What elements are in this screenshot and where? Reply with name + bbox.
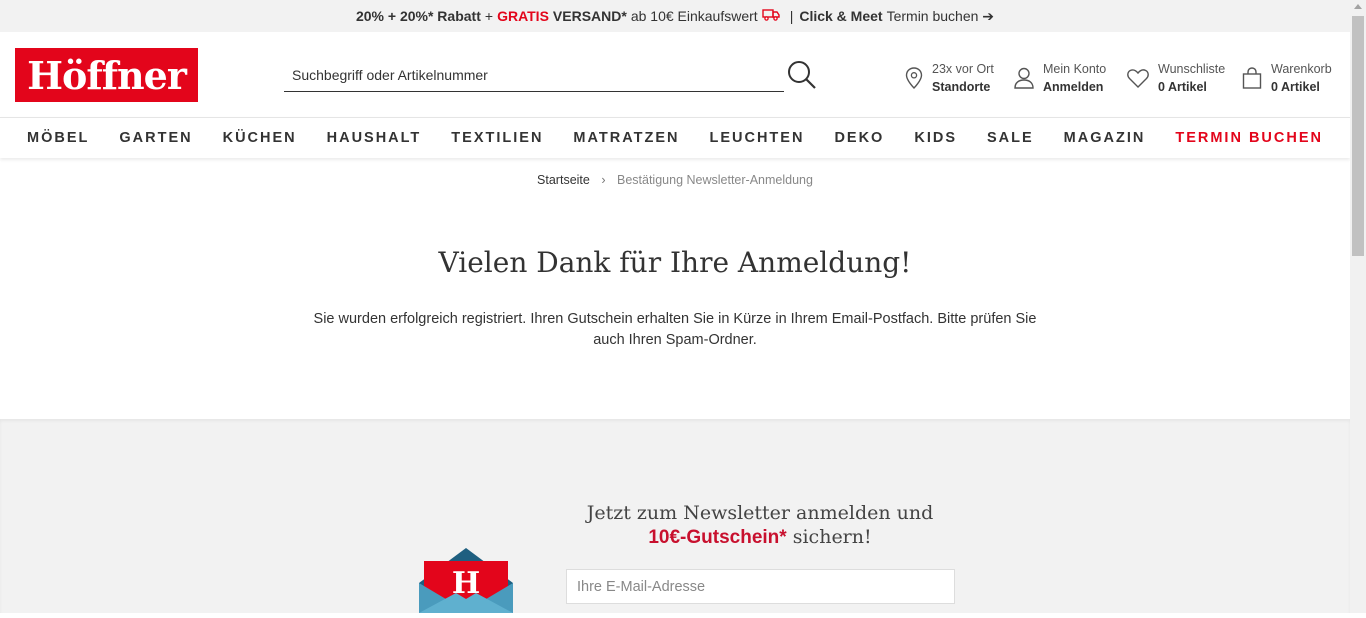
main-navigation: MÖBEL GARTEN KÜCHEN HAUSHALT TEXTILIEN M… (0, 117, 1350, 158)
stores-line1: 23x vor Ort (932, 62, 994, 76)
wishlist-line2: 0 Artikel (1158, 80, 1207, 94)
confirmation-line1: Sie wurden erfolgreich registriert. Ihre… (313, 311, 1037, 327)
chevron-right-icon: › (601, 173, 606, 187)
header-wishlist[interactable]: Wunschliste 0 Artikel (1126, 60, 1225, 96)
nav-item-haushalt[interactable]: HAUSHALT (312, 130, 437, 146)
account-line1: Mein Konto (1043, 62, 1107, 76)
newsletter-email-input[interactable] (566, 569, 955, 604)
header-cart[interactable]: Warenkorb 0 Artikel (1241, 60, 1332, 96)
nav-item-garten[interactable]: GARTEN (104, 130, 207, 146)
wishlist-line1: Wunschliste (1158, 62, 1226, 76)
hoeffner-logo[interactable]: Höffner (15, 48, 198, 102)
page-title: Vielen Dank für Ihre Anmeldung! (438, 246, 912, 279)
promo-termin-link[interactable]: Termin buchen ➔ (887, 8, 994, 25)
nav-item-leuchten[interactable]: LEUCHTEN (694, 130, 819, 146)
promo-pipe: | (789, 8, 794, 24)
cart-line2: 0 Artikel (1271, 80, 1320, 94)
promo-plus: + (484, 8, 494, 24)
search-bar (284, 58, 784, 92)
account-line2: Anmelden (1043, 80, 1104, 94)
search-icon (788, 61, 816, 89)
newsletter-section: Jetzt zum Newsletter anmelden und 10€-Gu… (0, 419, 1350, 613)
search-input[interactable] (284, 58, 784, 91)
scrollbar-thumb[interactable] (1352, 16, 1364, 256)
nav-item-textilien[interactable]: TEXTILIEN (436, 130, 558, 146)
site-header: Höffner 23x vor Ort Standorte (0, 32, 1350, 118)
promo-gratis: GRATIS (497, 8, 549, 24)
nav-item-kuechen[interactable]: KÜCHEN (208, 130, 312, 146)
stores-line2: Standorte (932, 80, 991, 94)
promo-discount: 20% + 20%* Rabatt (355, 8, 481, 24)
breadcrumb-current: Bestätigung Newsletter-Anmeldung (617, 173, 813, 187)
cart-line1: Warenkorb (1271, 62, 1332, 76)
promo-click-meet[interactable]: Click & Meet (799, 8, 882, 24)
confirmation-line2: auch Ihren Spam-Ordner. (593, 332, 757, 348)
logo-text: Höffner (27, 52, 187, 98)
nav-item-moebel[interactable]: MÖBEL (12, 130, 104, 146)
promo-versand: VERSAND* (552, 8, 627, 24)
page-scrollbar[interactable] (1350, 0, 1366, 613)
newsletter-title-suffix: sichern! (792, 526, 872, 548)
header-stores[interactable]: 23x vor Ort Standorte (904, 60, 994, 96)
newsletter-title-line1: Jetzt zum Newsletter anmelden und (586, 502, 934, 524)
confirmation-message: Sie wurden erfolgreich registriert. Ihre… (300, 309, 1050, 351)
nav-item-matratzen[interactable]: MATRATZEN (558, 130, 694, 146)
breadcrumb: Startseite › Bestätigung Newsletter-Anme… (0, 173, 1350, 187)
nav-item-termin-buchen[interactable]: TERMIN BUCHEN (1160, 130, 1338, 146)
newsletter-voucher: 10€-Gutschein* (648, 527, 787, 548)
newsletter-title: Jetzt zum Newsletter anmelden und 10€-Gu… (560, 501, 960, 550)
envelope-icon: H (416, 543, 516, 613)
breadcrumb-home[interactable]: Startseite (537, 173, 590, 187)
search-button[interactable] (786, 59, 818, 91)
nav-item-kids[interactable]: KIDS (899, 130, 972, 146)
scroll-up-icon[interactable] (1354, 4, 1362, 9)
user-icon (1014, 67, 1034, 89)
header-account[interactable]: Mein Konto Anmelden (1013, 60, 1106, 96)
promo-rest: ab 10€ Einkaufswert (630, 8, 758, 24)
location-pin-icon (905, 67, 923, 89)
heart-icon (1127, 69, 1149, 88)
nav-item-deko[interactable]: DEKO (819, 130, 899, 146)
nav-item-magazin[interactable]: MAGAZIN (1049, 130, 1161, 146)
truck-icon (761, 8, 780, 24)
shopping-bag-icon (1242, 67, 1262, 89)
nav-item-sale[interactable]: SALE (972, 130, 1049, 146)
promo-bar[interactable]: 20% + 20%* Rabatt + GRATIS VERSAND* ab 1… (0, 0, 1350, 32)
